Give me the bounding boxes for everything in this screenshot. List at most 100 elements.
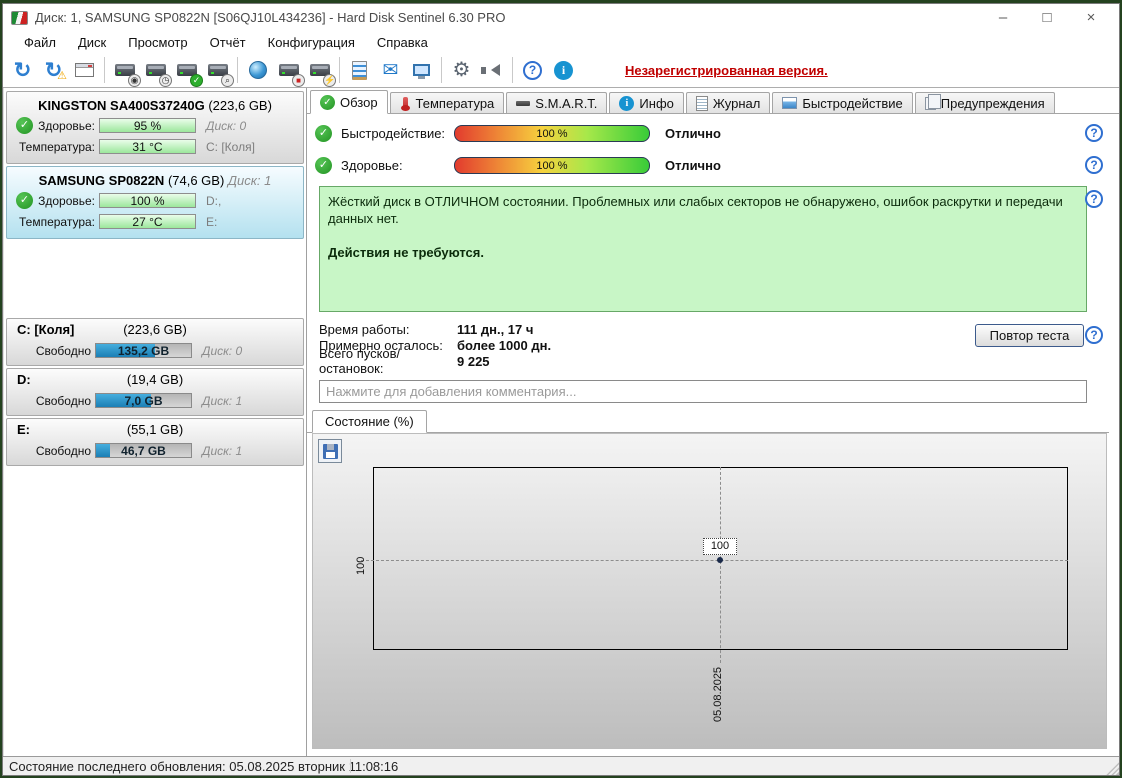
partition-panel-d[interactable]: D: (19,4 GB) Свободно 7,0 GB Диск: 1: [6, 368, 304, 416]
partition-size: (55,1 GB): [126, 422, 184, 437]
ok-check-icon: ✓: [315, 156, 332, 174]
disk-number: Диск: 1: [202, 443, 243, 458]
partition-panel-c[interactable]: C: [Коля] (223,6 GB) Свободно 135,2 GB Д…: [6, 318, 304, 366]
tab-log[interactable]: Журнал: [685, 92, 771, 113]
info-icon[interactable]: i: [548, 55, 579, 85]
floppy-icon: [322, 443, 338, 459]
temperature-bar: 27 °C: [99, 214, 196, 229]
health-gauge-bar: 100 %: [454, 156, 650, 174]
menu-disk[interactable]: Диск: [67, 33, 117, 52]
disk-check-icon[interactable]: ✓: [171, 55, 203, 87]
app-window: Диск: 1, SAMSUNG SP0822N [S06QJ10L434236…: [2, 3, 1120, 776]
menu-file[interactable]: Файл: [13, 33, 67, 52]
health-bar: 95 %: [99, 118, 196, 133]
free-label: Свободно: [35, 343, 91, 358]
drive-letters: C: [Коля]: [206, 139, 255, 154]
tab-performance[interactable]: Быстродействие: [772, 92, 913, 113]
temperature-label: Температура:: [18, 139, 95, 154]
health-ok-icon: ✓: [16, 192, 33, 209]
tab-temperature[interactable]: Температура: [389, 92, 505, 113]
help-icon[interactable]: ?: [1085, 124, 1103, 142]
sounds-speaker-icon[interactable]: [477, 55, 508, 85]
disk-clock-icon[interactable]: ◷: [140, 55, 172, 87]
resize-grip[interactable]: [1105, 761, 1119, 775]
refresh-warning-icon[interactable]: ↻ ⚠: [38, 55, 69, 85]
help-icon[interactable]: ?: [1085, 190, 1103, 208]
tab-overview[interactable]: ✓ Обзор: [310, 90, 388, 114]
toolbar-separator: [512, 57, 513, 83]
disk-sidebar: KINGSTON SA400S37240G (223,6 GB) ✓ Здоро…: [3, 88, 307, 756]
email-icon[interactable]: ✉: [375, 55, 406, 85]
retest-button[interactable]: Повтор теста: [975, 324, 1084, 347]
drive-letters: D:,: [206, 193, 222, 208]
performance-gauge-bar: 100 %: [454, 124, 650, 142]
pages-icon: [924, 93, 941, 110]
network-icon[interactable]: [406, 55, 437, 85]
health-label: Здоровье:: [341, 157, 403, 173]
drive-panel-samsung[interactable]: SAMSUNG SP0822N (74,6 GB) Диск: 1 ✓ Здор…: [6, 166, 304, 239]
tab-info[interactable]: i Инфо: [609, 92, 684, 113]
free-space-value: 135,2 GB: [117, 344, 170, 358]
menu-view[interactable]: Просмотр: [117, 33, 198, 52]
health-bar: 100 %: [99, 193, 196, 208]
disk-number: Диск: 1: [202, 393, 243, 408]
help-icon[interactable]: ?: [517, 55, 548, 85]
status-chart-panel: 100 100 05.08.2025: [312, 433, 1107, 749]
free-space-bar: 46,7 GB: [95, 443, 192, 458]
menu-configuration[interactable]: Конфигурация: [257, 33, 366, 52]
drive-panel-kingston[interactable]: KINGSTON SA400S37240G (223,6 GB) ✓ Здоро…: [6, 91, 304, 164]
chart-icon: [782, 97, 798, 109]
tab-alerts[interactable]: Предупреждения: [914, 92, 1055, 113]
unregistered-version-link[interactable]: Незарегистрированная версия.: [625, 63, 828, 78]
network-disk-icon[interactable]: [242, 55, 273, 85]
app-icon: [11, 10, 28, 25]
settings-gear-icon[interactable]: ⚙: [446, 55, 477, 85]
summary-text: Жёсткий диск в ОТЛИЧНОМ состоянии. Пробл…: [328, 194, 1063, 226]
last-update-status: Состояние последнего обновления: 05.08.2…: [9, 758, 399, 774]
notes-icon[interactable]: [344, 55, 375, 85]
menu-help[interactable]: Справка: [366, 33, 439, 52]
smart-icon: [516, 100, 531, 106]
thermometer-icon: [400, 96, 410, 111]
partition-panel-e[interactable]: E: (55,1 GB) Свободно 46,7 GB Диск: 1: [6, 418, 304, 466]
health-status: Отлично: [665, 157, 721, 173]
toolbar-separator: [104, 57, 105, 83]
health-ok-icon: ✓: [16, 117, 33, 134]
chart-y-tick: 100: [355, 556, 367, 575]
maximize-button[interactable]: □: [1025, 9, 1069, 26]
drive-size: (223,6 GB): [204, 98, 272, 113]
chart-data-point: [717, 557, 723, 563]
disk-performance-icon[interactable]: ◉: [109, 55, 141, 87]
close-button[interactable]: ×: [1069, 9, 1113, 26]
free-label: Свободно: [35, 393, 91, 408]
report-window-icon[interactable]: [69, 55, 100, 85]
status-chart-tab[interactable]: Состояние (%): [312, 410, 427, 433]
save-chart-button[interactable]: [318, 439, 342, 463]
chart-crosshair-horizontal: [361, 560, 1068, 561]
comment-input[interactable]: [319, 380, 1087, 403]
power-on-time-row: Время работы: 111 дн., 17 ч: [319, 321, 534, 337]
disk-search-icon[interactable]: ⌕: [202, 55, 234, 87]
help-icon[interactable]: ?: [1085, 326, 1103, 344]
start-stop-count-row: Всего пусков/остановок: 9 225: [319, 346, 490, 376]
disk-number: Диск: 0: [206, 118, 247, 133]
performance-status: Отлично: [665, 125, 721, 141]
free-space-bar: 135,2 GB: [95, 343, 192, 358]
disk-number: Диск: 1: [227, 173, 272, 188]
minimize-button[interactable]: –: [981, 9, 1025, 26]
disk-hardware-icon[interactable]: ■: [273, 55, 305, 87]
drive-name: KINGSTON SA400S37240G: [38, 98, 205, 113]
menu-report[interactable]: Отчёт: [199, 33, 257, 52]
overview-content: ✓ Быстродействие: 100 % Отлично ? ✓ Здор…: [307, 114, 1119, 756]
free-space-value: 46,7 GB: [121, 444, 166, 458]
disk-plug-icon[interactable]: ⚡: [304, 55, 336, 87]
help-icon[interactable]: ?: [1085, 156, 1103, 174]
drive-name: SAMSUNG SP0822N: [38, 173, 165, 188]
drive-size: (74,6 GB): [164, 173, 228, 188]
tab-smart[interactable]: S.M.A.R.T.: [506, 92, 608, 113]
refresh-icon[interactable]: ↻: [7, 55, 38, 85]
main-panel: ✓ Обзор Температура S.M.A.R.T. i Инфо Журн…: [307, 88, 1119, 756]
menu-bar: Файл Диск Просмотр Отчёт Конфигурация Сп…: [3, 31, 1119, 53]
status-bar: Состояние последнего обновления: 05.08.2…: [3, 756, 1119, 775]
